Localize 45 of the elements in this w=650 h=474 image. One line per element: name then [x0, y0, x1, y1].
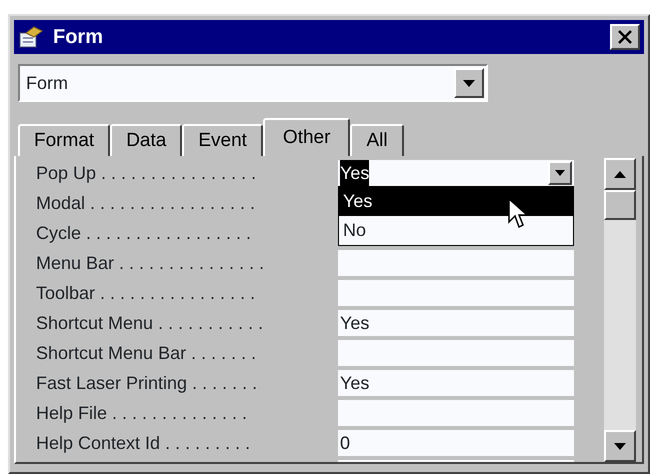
tab[interactable]: All — [350, 124, 404, 156]
property-label: Shortcut Menu Bar . . . . . . . — [36, 342, 258, 364]
property-value: Yes — [340, 312, 370, 334]
close-button[interactable] — [610, 24, 640, 50]
property-field[interactable]: 0 — [338, 430, 574, 456]
property-value: Yes — [340, 160, 370, 186]
property-field[interactable]: Yes — [338, 370, 574, 396]
tab[interactable]: Format — [18, 124, 110, 156]
caret-down-icon — [614, 442, 626, 450]
property-label: Menu Bar . . . . . . . . . . . . . . . — [36, 252, 266, 274]
form-icon — [18, 25, 44, 49]
property-label: Shortcut Menu . . . . . . . . . . . — [36, 312, 264, 334]
property-field[interactable]: Yes — [338, 160, 574, 186]
property-field[interactable] — [338, 280, 574, 306]
dropdown-button[interactable] — [454, 68, 484, 98]
object-name: Form — [26, 72, 68, 94]
scrollbar[interactable] — [604, 158, 636, 462]
property-value: 0 — [340, 432, 350, 454]
object-selector[interactable]: Form — [18, 64, 488, 102]
caret-down-icon — [555, 170, 565, 176]
dropdown-option[interactable]: No — [339, 216, 573, 245]
caret-down-icon — [463, 80, 475, 86]
property-label: Help File . . . . . . . . . . . . . . — [36, 402, 248, 425]
property-value: Yes — [340, 372, 370, 394]
scroll-down-button[interactable] — [604, 430, 636, 462]
tab[interactable]: Other — [262, 118, 350, 156]
property-label: Cycle . . . . . . . . . . . . . . . . . — [36, 222, 252, 245]
property-label: Fast Laser Printing . . . . . . . — [36, 372, 258, 395]
scrollbar-thumb[interactable] — [604, 190, 636, 220]
property-field[interactable] — [338, 400, 574, 426]
property-label: Toolbar . . . . . . . . . . . . . . . . — [36, 282, 256, 304]
property-label: Modal . . . . . . . . . . . . . . . . . — [36, 192, 256, 214]
dropdown-button[interactable] — [548, 161, 572, 185]
property-label: Help Context Id . . . . . . . . . — [36, 432, 252, 455]
property-field[interactable] — [338, 250, 574, 276]
tab[interactable]: Data — [110, 124, 182, 156]
tab[interactable]: Event — [182, 124, 263, 156]
property-field[interactable]: Yes — [338, 310, 574, 336]
dropdown-option[interactable]: Yes — [339, 187, 573, 216]
property-label: Pop Up . . . . . . . . . . . . . . . . — [36, 162, 258, 185]
window-title: Form — [53, 25, 103, 50]
caret-up-icon — [614, 170, 626, 178]
close-icon — [617, 30, 633, 44]
scroll-up-button[interactable] — [604, 158, 636, 190]
property-field[interactable] — [338, 340, 574, 366]
